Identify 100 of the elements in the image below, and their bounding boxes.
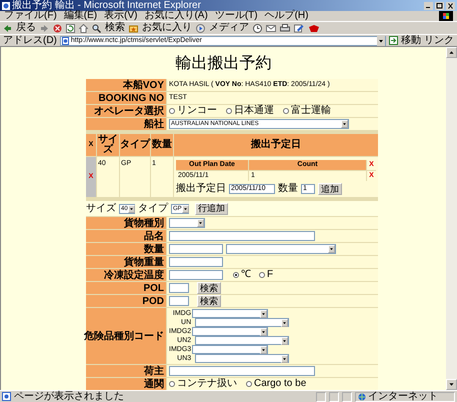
minimize-icon[interactable] [424, 2, 433, 10]
menu-item[interactable]: ファイル(F) [4, 11, 57, 21]
field-label: 貨物種別 [86, 217, 166, 229]
caret-icon [260, 346, 268, 354]
search-icon[interactable] [92, 24, 101, 32]
field-label: オペレータ選択 [86, 105, 166, 117]
dropdown[interactable] [192, 327, 268, 336]
button[interactable]: 検索 [197, 282, 221, 294]
field-label: 本船VOY [86, 79, 166, 91]
radio-label: Cargo to be [254, 379, 306, 389]
field-label: 危険品種別コード [86, 308, 166, 364]
menu-item[interactable]: 編集(E) [64, 11, 98, 21]
scrollbar[interactable] [446, 47, 457, 390]
button[interactable]: 行追加 [195, 202, 228, 214]
input-field[interactable] [169, 366, 315, 376]
radio-button[interactable] [246, 381, 252, 387]
window-title: 搬出予約 輸出 - Microsoft Internet Explorer [12, 0, 201, 11]
caret-icon [128, 204, 135, 212]
star-folder-icon[interactable] [129, 24, 138, 32]
button[interactable]: 追加 [318, 183, 342, 195]
radio-button[interactable] [233, 272, 239, 278]
caret-icon[interactable] [377, 36, 385, 46]
caret-icon [197, 219, 204, 227]
field-label: 船社 [86, 118, 166, 130]
maximize-icon[interactable] [435, 2, 444, 10]
menu-item[interactable]: お気に入り(A) [144, 11, 208, 21]
input-field[interactable] [169, 270, 223, 280]
radio-button[interactable] [259, 272, 265, 278]
radio-button[interactable] [283, 108, 289, 114]
field-label: POD [86, 295, 166, 307]
windows-logo-icon [439, 11, 453, 21]
page-heading: 輸出搬出予約 [174, 54, 272, 74]
dropdown[interactable] [169, 218, 205, 228]
dropdown[interactable] [192, 345, 268, 354]
field-label: 品名 [86, 230, 166, 242]
go-button[interactable]: 移動 [401, 36, 421, 46]
field-label: 冷凍設定温度 [86, 269, 166, 281]
caret-icon [281, 354, 288, 362]
go-arrow-icon[interactable] [389, 36, 398, 45]
caret-icon [341, 120, 348, 128]
caret-icon [281, 336, 288, 344]
radio-button[interactable] [169, 108, 175, 114]
radio-label: F [267, 270, 274, 280]
input-field[interactable] [169, 257, 223, 267]
close-icon[interactable] [446, 2, 455, 10]
radio-label: 富士運輸 [291, 106, 331, 116]
favorites-label[interactable]: お気に入り [142, 23, 192, 33]
column-header: タイプ [120, 134, 150, 156]
dropdown[interactable] [195, 318, 290, 327]
dropdown[interactable] [195, 354, 290, 363]
print-icon[interactable] [280, 24, 290, 32]
search-label[interactable]: 検索 [105, 23, 125, 33]
dropdown[interactable] [192, 309, 268, 318]
column-header: 搬出予定日 [174, 134, 378, 156]
home-icon[interactable] [79, 24, 88, 32]
button[interactable]: 検索 [197, 295, 221, 307]
status-text: ページが表示されました [14, 392, 125, 402]
edit-icon[interactable] [294, 24, 304, 32]
menu-item[interactable]: ヘルプ(H) [264, 11, 308, 21]
links-label[interactable]: リンク [424, 36, 454, 46]
menu-item[interactable]: 表示(V) [104, 11, 138, 21]
column-header: サイズ [97, 134, 119, 156]
scroll-down-icon[interactable] [446, 379, 457, 390]
field-label: 搬出予定日 [176, 184, 226, 194]
zone-label: インターネット [368, 392, 438, 402]
dropdown[interactable] [226, 244, 336, 254]
dropdown[interactable] [195, 336, 290, 345]
field-label: タイプ [138, 204, 168, 214]
radio-button[interactable] [169, 381, 175, 387]
input-field[interactable] [169, 296, 189, 306]
menu-item[interactable]: ツール(T) [214, 11, 258, 21]
caret-icon [328, 245, 335, 253]
media-icon[interactable] [196, 24, 205, 32]
forward-arrow-icon[interactable] [40, 24, 49, 32]
media-label[interactable]: メディア [209, 23, 249, 33]
field-label: 荷主 [86, 365, 166, 377]
field-label: 数量 [86, 243, 166, 255]
caret-icon [260, 328, 268, 336]
back-arrow-icon[interactable] [3, 24, 12, 32]
input-field[interactable] [169, 231, 315, 241]
column-header: 数量 [151, 134, 173, 156]
history-icon[interactable] [253, 24, 262, 32]
caret-icon [281, 318, 288, 326]
input-field[interactable] [169, 283, 189, 293]
radio-button[interactable] [226, 108, 232, 114]
scroll-up-icon[interactable] [446, 47, 457, 58]
input-field[interactable] [169, 244, 223, 254]
field-label: 数量 [278, 184, 298, 194]
caret-icon [182, 204, 189, 212]
field-label: 通関 [86, 378, 166, 390]
stop-icon[interactable] [53, 24, 62, 32]
mail-icon[interactable] [266, 24, 276, 32]
caret-icon [260, 310, 268, 318]
ie-page-icon [2, 2, 10, 10]
globe-icon [358, 392, 366, 400]
field-label: POL [86, 282, 166, 294]
back-label[interactable]: 戻る [16, 23, 36, 33]
refresh-icon[interactable] [66, 24, 75, 32]
field-label: サイズ [86, 204, 116, 214]
field-label: 貨物重量 [86, 256, 166, 268]
